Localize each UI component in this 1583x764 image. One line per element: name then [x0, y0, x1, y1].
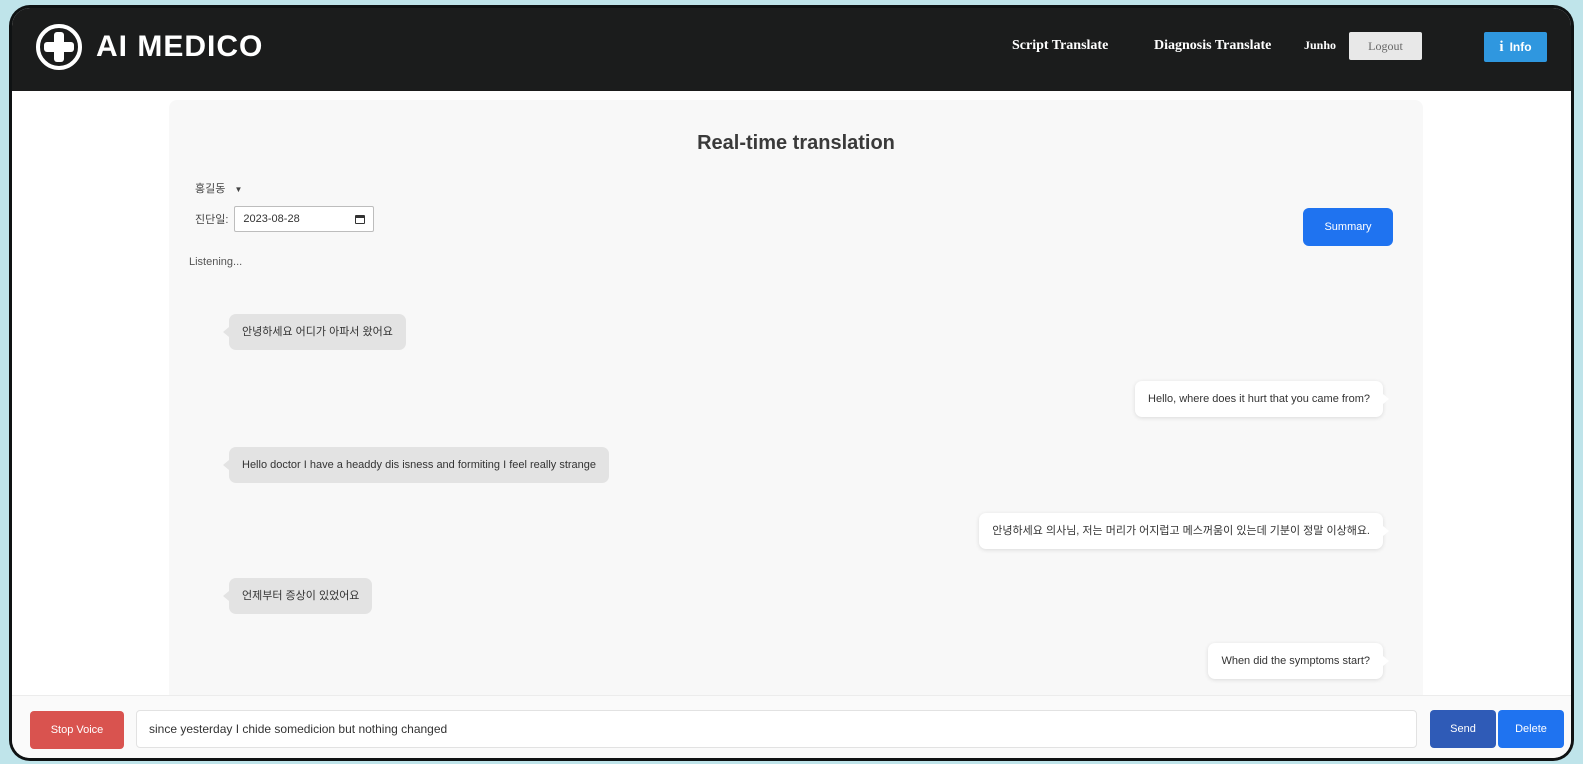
- composer-bar: Stop Voice Send Delete: [12, 695, 1571, 758]
- summary-button[interactable]: Summary: [1303, 208, 1393, 246]
- app-window: AI MEDICO Script Translate Diagnosis Tra…: [12, 8, 1571, 758]
- page-title: Real-time translation: [697, 132, 895, 154]
- patient-name: 홍길동: [195, 183, 226, 195]
- navbar: AI MEDICO Script Translate Diagnosis Tra…: [12, 8, 1571, 91]
- diagnosis-date-input[interactable]: 2023-08-28: [234, 206, 375, 232]
- listening-status: Listening...: [189, 256, 243, 268]
- calendar-icon[interactable]: [355, 214, 366, 224]
- message-input[interactable]: [136, 710, 1417, 748]
- chat-bubble-patient: 안녕하세요 어디가 아파서 왔어요: [223, 314, 406, 350]
- patient-selector[interactable]: 홍길동 ▼: [195, 180, 242, 196]
- caret-down-icon: ▼: [234, 185, 243, 194]
- translation-card: Real-time translation 홍길동 ▼ 진단일: 2023-08…: [169, 100, 1423, 712]
- chat-bubble-translation: Hello, where does it hurt that you came …: [1135, 381, 1389, 417]
- chat-bubble-translation: 안녕하세요 의사님, 저는 머리가 어지럽고 메스꺼움이 있는데 기분이 정말 …: [979, 513, 1389, 549]
- date-label: 진단일:: [195, 214, 229, 226]
- logout-button[interactable]: Logout: [1349, 32, 1422, 60]
- nav-link-script-translate[interactable]: Script Translate: [1012, 38, 1108, 54]
- info-icon: i: [1499, 38, 1504, 55]
- nav-link-diagnosis-translate[interactable]: Diagnosis Translate: [1154, 38, 1271, 54]
- user-name: Junho: [1304, 38, 1337, 52]
- medical-cross-icon: [36, 24, 82, 70]
- stop-voice-button[interactable]: Stop Voice: [30, 711, 124, 749]
- info-label: Info: [1509, 40, 1532, 54]
- chat-bubble-patient: 언제부터 증상이 있었어요: [222, 578, 373, 614]
- brand-name: AI MEDICO: [96, 30, 264, 63]
- chat-bubble-patient: Hello doctor I have a headdy dis isness …: [222, 447, 610, 483]
- diagnosis-date-row: 진단일: 2023-08-28: [195, 206, 375, 232]
- chat-bubble-translation: When did the symptoms start?: [1208, 643, 1389, 679]
- date-value: 2023-08-28: [243, 213, 300, 225]
- delete-button[interactable]: Delete: [1498, 710, 1564, 748]
- brand[interactable]: AI MEDICO: [36, 24, 263, 70]
- send-button[interactable]: Send: [1430, 710, 1496, 748]
- info-button[interactable]: i Info: [1484, 32, 1547, 62]
